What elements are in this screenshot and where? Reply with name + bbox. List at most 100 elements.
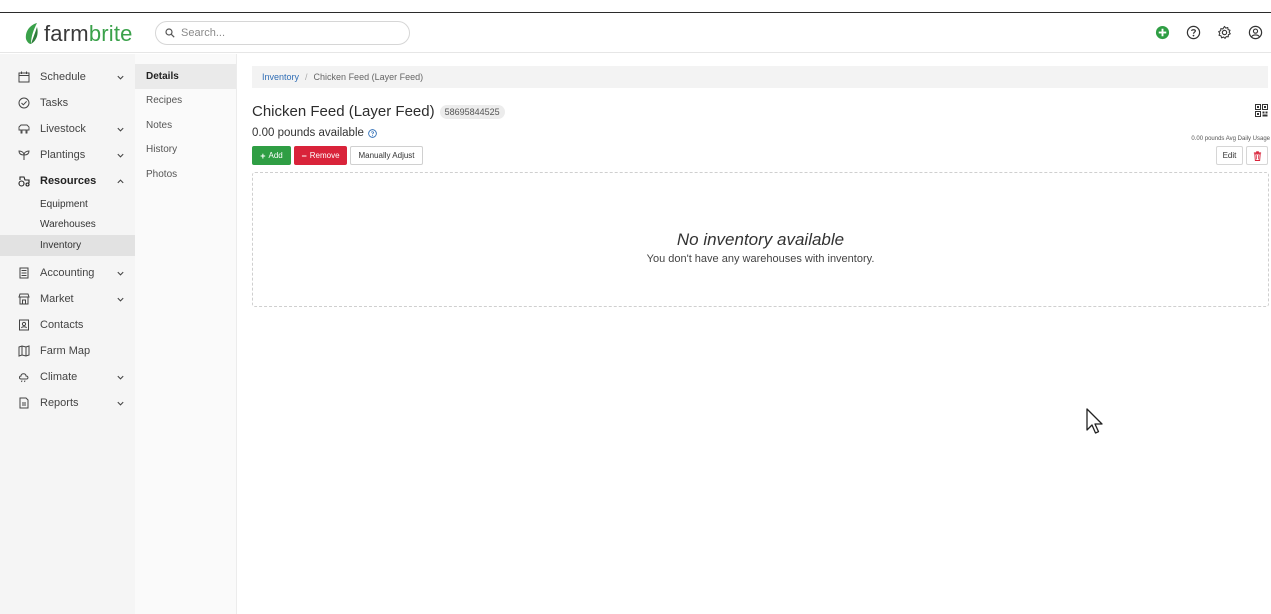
subnav-history[interactable]: History: [135, 138, 236, 163]
sidebar-item-plantings[interactable]: Plantings: [0, 142, 135, 168]
sidebar-item-label: Tasks: [40, 97, 69, 109]
delete-button[interactable]: [1246, 146, 1268, 165]
subitem-label: Equipment: [40, 198, 88, 210]
inventory-actions: + Add − Remove Manually Adjust: [252, 146, 423, 165]
empty-state: No inventory available You don't have an…: [252, 172, 1269, 307]
avg-daily-usage: 0.00 pounds Avg Daily Usage: [1191, 136, 1270, 142]
top-icons: [1155, 25, 1263, 40]
available-quantity: 0.00 pounds available: [252, 127, 364, 139]
calculator-icon: [17, 266, 30, 279]
sidebar-item-label: Schedule: [40, 71, 86, 83]
chevron-up-icon: [117, 179, 124, 184]
sidebar-subitem-inventory[interactable]: Inventory: [0, 235, 135, 256]
check-circle-icon: [17, 97, 30, 110]
chevron-down-icon: [117, 127, 124, 132]
help-icon[interactable]: [1186, 25, 1201, 40]
main-content: Inventory / Chicken Feed (Layer Feed) Ch…: [238, 54, 1271, 614]
sidebar-item-farm-map[interactable]: Farm Map: [0, 338, 135, 364]
sidebar-item-label: Livestock: [40, 123, 86, 135]
farmbrite-logo[interactable]: farmbrite: [22, 21, 133, 47]
plus-icon: +: [260, 150, 266, 161]
sidebar-item-label: Resources: [40, 175, 97, 187]
breadcrumb-link-inventory[interactable]: Inventory: [262, 72, 299, 82]
empty-state-message: You don't have any warehouses with inven…: [646, 253, 875, 265]
sidebar-item-livestock[interactable]: Livestock: [0, 116, 135, 142]
remove-button[interactable]: − Remove: [294, 146, 347, 165]
breadcrumb: Inventory / Chicken Feed (Layer Feed): [252, 66, 1268, 88]
sidebar-item-schedule[interactable]: Schedule: [0, 64, 135, 90]
sidebar-item-market[interactable]: Market: [0, 286, 135, 312]
sidebar-item-contacts[interactable]: Contacts: [0, 312, 135, 338]
add-label: Add: [268, 151, 283, 160]
minus-icon: −: [301, 150, 307, 161]
title-row: Chicken Feed (Layer Feed) 58695844525: [252, 103, 505, 120]
sidebar-item-label: Contacts: [40, 318, 84, 331]
subnav-label: History: [146, 144, 178, 156]
item-actions: Edit: [1216, 146, 1268, 165]
chevron-down-icon: [117, 401, 124, 406]
top-bar: farmbrite: [0, 13, 1271, 53]
map-icon: [17, 344, 30, 357]
breadcrumb-current: Chicken Feed (Layer Feed): [313, 72, 424, 82]
user-icon[interactable]: [1248, 25, 1263, 40]
sidebar-item-label: Market: [40, 292, 74, 305]
item-subnav: Details Recipes Notes History Photos: [135, 54, 237, 614]
breadcrumb-separator: /: [305, 72, 308, 82]
tractor-icon: [17, 175, 30, 188]
sidebar-item-climate[interactable]: Climate: [0, 364, 135, 390]
report-icon: [17, 396, 30, 409]
sidebar-item-label: Reports: [40, 396, 79, 409]
sku-badge: 58695844525: [439, 104, 505, 119]
main-sidebar: Schedule Tasks Livestock Plantings Resou…: [0, 54, 135, 614]
sidebar-item-resources[interactable]: Resources: [0, 168, 135, 194]
trash-icon: [1253, 150, 1261, 161]
logo-wordmark: farmbrite: [44, 21, 133, 46]
sidebar-item-label: Farm Map: [40, 344, 91, 357]
search-icon: [165, 28, 175, 38]
sidebar-item-accounting[interactable]: Accounting: [0, 260, 135, 286]
add-circle-icon[interactable]: [1155, 25, 1170, 40]
calendar-icon: [17, 71, 30, 84]
sidebar-item-label: Plantings: [40, 149, 86, 161]
chevron-down-icon: [117, 375, 124, 380]
cloud-icon: [17, 370, 30, 383]
subnav-label: Recipes: [146, 95, 183, 107]
sidebar-item-label: Accounting: [40, 266, 95, 279]
subnav-label: Photos: [146, 168, 178, 180]
contacts-icon: [17, 318, 30, 331]
subnav-label: Details: [146, 70, 179, 82]
add-button[interactable]: + Add: [252, 146, 291, 165]
sidebar-item-reports[interactable]: Reports: [0, 390, 135, 416]
settings-icon[interactable]: [1217, 25, 1232, 40]
subitem-label: Warehouses: [40, 219, 96, 231]
search-input[interactable]: [181, 27, 401, 39]
page-title: Chicken Feed (Layer Feed): [252, 103, 435, 120]
sidebar-item-tasks[interactable]: Tasks: [0, 90, 135, 116]
subnav-details[interactable]: Details: [135, 64, 236, 89]
mouse-cursor-icon: [1086, 408, 1103, 434]
sidebar-item-label: Climate: [40, 370, 78, 383]
subnav-photos[interactable]: Photos: [135, 162, 236, 187]
subnav-label: Notes: [146, 119, 173, 131]
remove-label: Remove: [309, 151, 340, 160]
subnav-notes[interactable]: Notes: [135, 113, 236, 138]
qr-code-icon[interactable]: [1255, 104, 1268, 117]
leaf-logo-icon: [25, 23, 38, 44]
chevron-down-icon: [117, 153, 124, 158]
sprout-icon: [17, 149, 30, 162]
manually-adjust-button[interactable]: Manually Adjust: [350, 146, 423, 165]
info-help-icon[interactable]: [368, 128, 377, 138]
subitem-label: Inventory: [40, 239, 82, 251]
search-box[interactable]: [155, 21, 410, 45]
chevron-down-icon: [117, 271, 124, 276]
chevron-down-icon: [117, 75, 124, 80]
sidebar-subitem-warehouses[interactable]: Warehouses: [0, 215, 135, 236]
resources-submenu: Equipment Warehouses Inventory: [0, 194, 135, 256]
empty-state-heading: No inventory available: [676, 230, 845, 249]
edit-button[interactable]: Edit: [1216, 146, 1243, 165]
market-icon: [17, 292, 30, 305]
livestock-icon: [17, 123, 30, 136]
availability: 0.00 pounds available: [252, 127, 377, 139]
sidebar-subitem-equipment[interactable]: Equipment: [0, 194, 135, 215]
subnav-recipes[interactable]: Recipes: [135, 89, 236, 114]
